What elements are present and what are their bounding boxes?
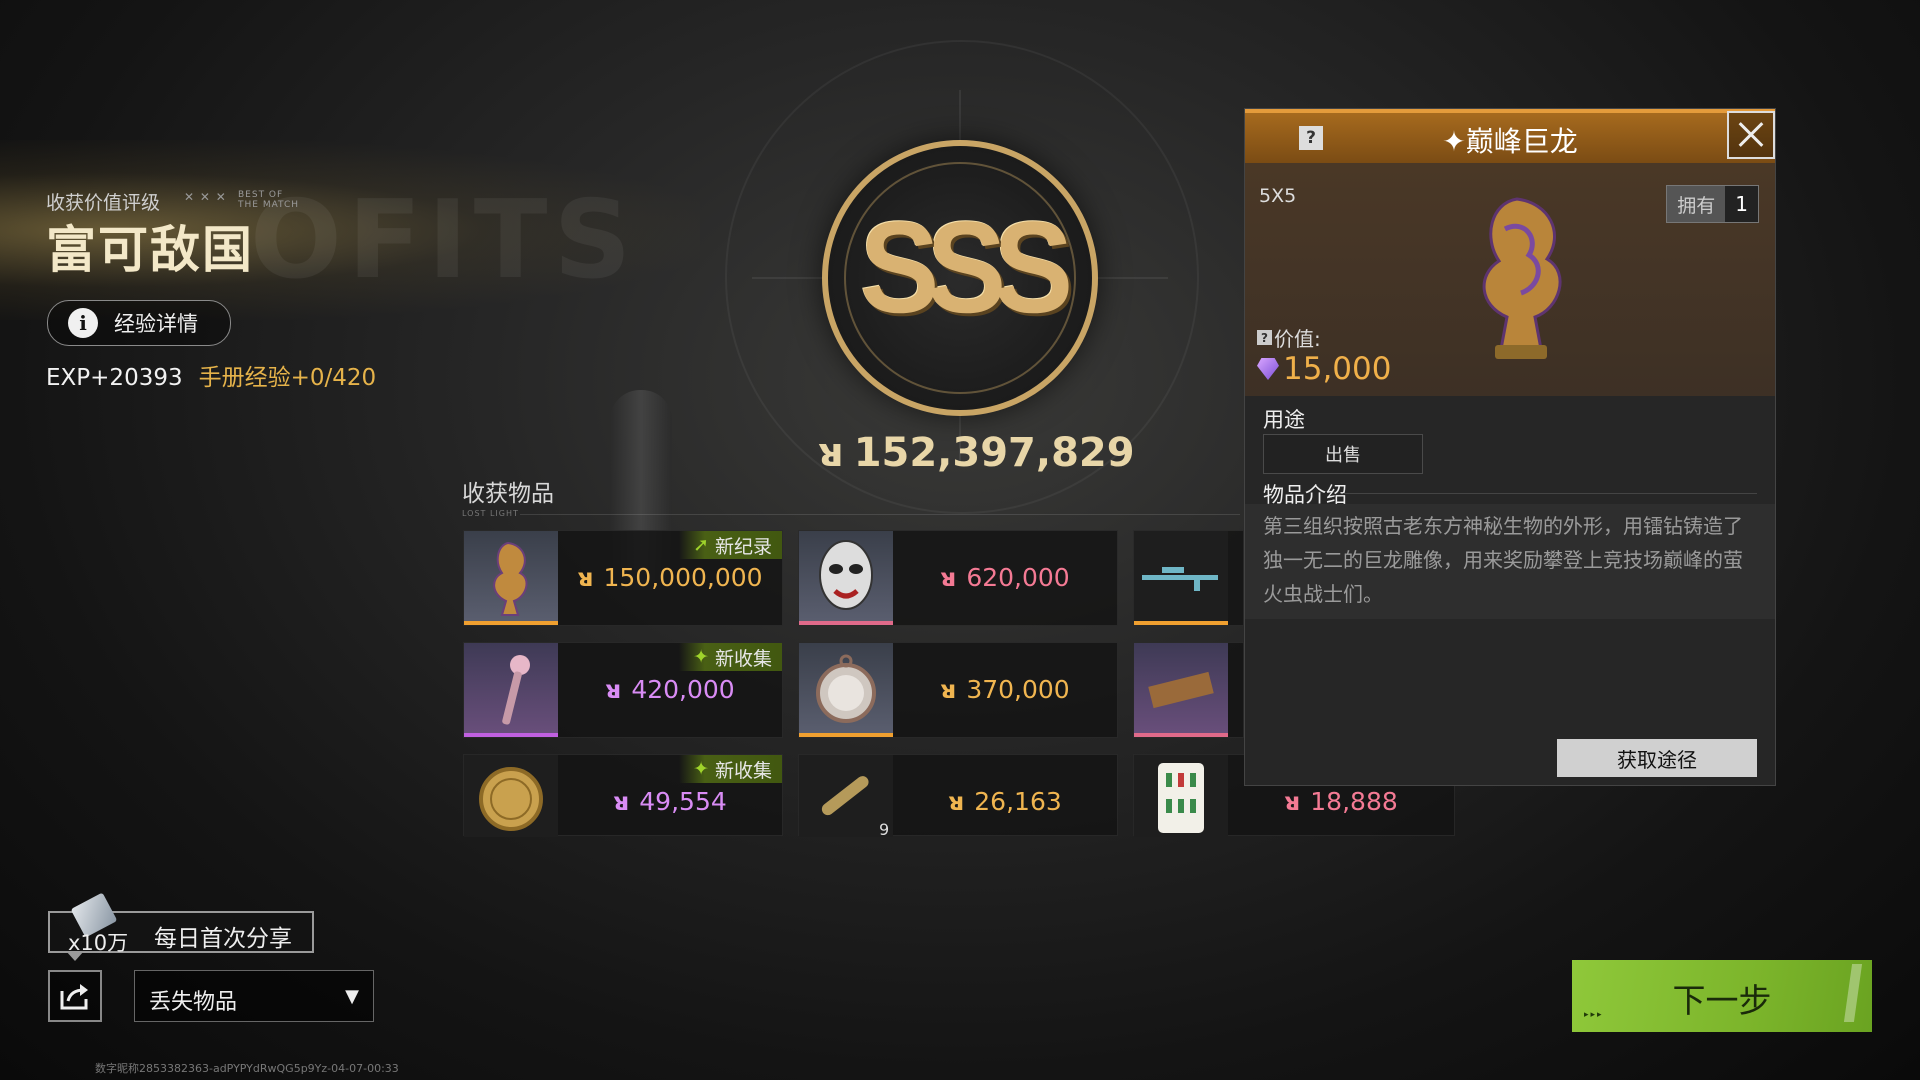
arrow-up-icon: ➚ xyxy=(693,534,709,556)
exp-details-label: 经验详情 xyxy=(114,312,198,336)
item-price: ᴚ 26,163 xyxy=(948,787,1062,816)
loot-item-dragon[interactable]: ➚ 新纪录 ᴚ 150,000,000 xyxy=(463,530,783,626)
tooltip-tail xyxy=(66,951,84,961)
panel-header: ? ✦巅峰巨龙 xyxy=(1245,109,1775,163)
gem-icon xyxy=(1257,358,1279,380)
item-price: ᴚ 620,000 xyxy=(940,563,1070,592)
cigar-box-icon xyxy=(1134,643,1228,737)
gold-coin-icon xyxy=(464,755,558,837)
coin-icon: ᴚ xyxy=(1284,787,1301,816)
total-value: ᴚ 152,397,829 xyxy=(818,430,1135,476)
total-value-number: 152,397,829 xyxy=(853,430,1135,476)
rarity-bar xyxy=(464,621,558,625)
item-preview: 5X5 拥有 1 ? 价值: 15,000 xyxy=(1245,163,1775,396)
scepter-icon xyxy=(464,643,558,737)
new-collection-badge: ✦ 新收集 xyxy=(679,643,782,671)
coin-icon: ᴚ xyxy=(818,430,844,476)
rating-title: 富可敌国 xyxy=(46,221,254,279)
item-detail-panel: ? ✦巅峰巨龙 5X5 拥有 1 ? 价值: 15,000 用途 出售 物品介绍 … xyxy=(1244,108,1776,786)
value-label: ? 价值: xyxy=(1257,323,1321,352)
best-of-match-label: ✕ ✕ ✕ BEST OF THE MATCH xyxy=(184,190,300,210)
exp-gain: EXP+20393 xyxy=(46,365,183,391)
share-icon xyxy=(60,984,88,1010)
owned-value: 1 xyxy=(1725,186,1758,222)
sparkle-icon: ✦ xyxy=(693,646,709,668)
obtain-method-button[interactable]: 获取途径 xyxy=(1557,739,1757,777)
chevron-down-icon: ▼ xyxy=(345,986,359,1007)
sparkle-icon: ✦ xyxy=(693,758,709,780)
manual-exp: 手册经验+0/420 xyxy=(198,365,377,391)
loot-item-pocket-watch[interactable]: ᴚ 370,000 xyxy=(798,642,1118,738)
rarity-bar xyxy=(1134,733,1228,737)
crosses-decoration: ✕ ✕ ✕ xyxy=(184,190,227,204)
sparkle-icon: ✦ xyxy=(1442,125,1466,158)
item-title: ✦巅峰巨龙 xyxy=(1442,125,1578,158)
item-price: ᴚ 18,888 xyxy=(1284,787,1398,816)
loot-subtitle: LOST LIGHT xyxy=(462,509,519,518)
new-record-badge: ➚ 新纪录 xyxy=(679,531,782,559)
loot-item-rifle[interactable] xyxy=(1133,530,1244,626)
daily-share-tip: x10万 每日首次分享 xyxy=(48,892,314,961)
lost-items-label: 丢失物品 xyxy=(149,990,238,1015)
exp-details-button[interactable]: i 经验详情 xyxy=(47,300,231,346)
loot-title: 收获物品 xyxy=(462,481,554,507)
grade-emblem: SSS xyxy=(752,90,1168,466)
coin-icon: ᴚ xyxy=(948,787,965,816)
item-description: 第三组织按照古老东方神秘生物的外形，用镭钻铸造了独一无二的巨龙雕像，用来奖励攀登… xyxy=(1263,514,1743,606)
loot-item-bullet[interactable]: 9 ᴚ 26,163 xyxy=(798,754,1118,839)
info-icon: i xyxy=(68,308,98,338)
close-icon[interactable] xyxy=(1727,111,1775,159)
coin-icon: ᴚ xyxy=(940,675,957,704)
rarity-bar xyxy=(464,733,558,737)
owned-counter: 拥有 1 xyxy=(1666,185,1759,223)
item-price: ᴚ 420,000 xyxy=(605,675,735,704)
exp-summary: EXP+20393 手册经验+0/420 xyxy=(46,358,376,392)
help-icon[interactable]: ? xyxy=(1257,330,1272,345)
mahjong-tile-icon xyxy=(1134,755,1228,837)
coin-icon: ᴚ xyxy=(577,563,594,592)
rarity-bar xyxy=(799,621,893,625)
opera-mask-icon xyxy=(799,531,893,625)
lost-items-dropdown[interactable]: 丢失物品 ▼ xyxy=(134,970,374,1022)
item-value: 15,000 xyxy=(1257,351,1391,387)
loot-item-coin[interactable]: ✦ 新收集 ᴚ 49,554 xyxy=(463,754,783,837)
loot-item-scepter[interactable]: ✦ 新收集 ᴚ 420,000 xyxy=(463,642,783,738)
next-step-button[interactable]: ▸▸▸ 下一步 xyxy=(1572,960,1872,1032)
rarity-bar xyxy=(799,733,893,737)
item-size: 5X5 xyxy=(1259,185,1297,207)
loot-divider xyxy=(520,514,1240,515)
owned-label: 拥有 xyxy=(1667,186,1726,222)
coin-icon: ᴚ xyxy=(613,787,630,816)
item-count: 9 xyxy=(879,820,890,839)
coin-icon: ᴚ xyxy=(940,563,957,592)
new-collection-badge: ✦ 新收集 xyxy=(679,755,782,783)
usage-header: 用途 xyxy=(1263,408,1305,432)
grade-label: SSS xyxy=(859,194,1074,340)
loot-item-cigar-box[interactable] xyxy=(1133,642,1244,738)
background-word: OFITS xyxy=(250,178,638,303)
next-step-label: 下一步 xyxy=(1672,981,1772,1020)
sell-button[interactable]: 出售 xyxy=(1263,434,1423,474)
share-label: 每日首次分享 xyxy=(154,926,292,952)
dragon-statue-icon xyxy=(464,531,558,625)
coin-icon: ᴚ xyxy=(605,675,622,704)
share-button[interactable] xyxy=(48,970,102,1022)
dragon-statue-image xyxy=(1482,197,1562,359)
rarity-bar xyxy=(1134,621,1228,625)
loot-item-opera-mask[interactable]: ᴚ 620,000 xyxy=(798,530,1118,626)
item-price: ᴚ 49,554 xyxy=(613,787,727,816)
footer-watermark: 数字昵称2853382363-adPYPYdRwQG5p9Yz-04-07-00… xyxy=(95,1062,399,1075)
intro-divider xyxy=(1343,493,1757,494)
item-price: ᴚ 150,000,000 xyxy=(577,563,763,592)
pocket-watch-icon xyxy=(799,643,893,737)
sniper-rifle-icon xyxy=(1134,531,1228,625)
item-price: ᴚ 370,000 xyxy=(940,675,1070,704)
